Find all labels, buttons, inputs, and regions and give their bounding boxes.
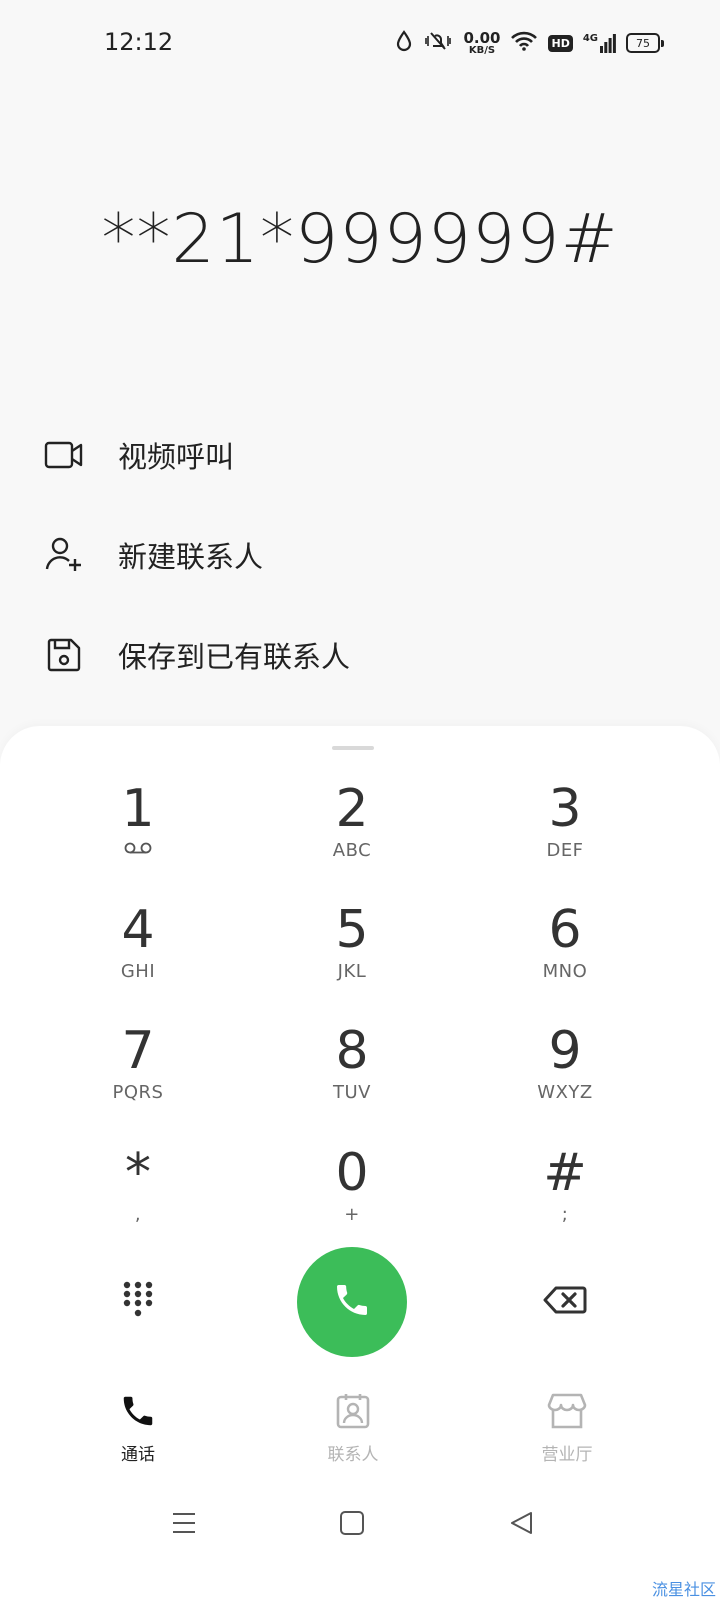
tab-service-hall-label: 营业厅: [541, 1445, 593, 1465]
key-6-letters: MNO: [542, 961, 588, 982]
tab-service-hall[interactable]: 营业厅: [497, 1392, 637, 1472]
key-5[interactable]: 5 JKL: [272, 901, 432, 1011]
video-camera-icon: [44, 435, 84, 475]
network-speed: 0.00 KB/S: [463, 28, 501, 56]
key-hash-sub: ;: [561, 1204, 569, 1225]
network-type: 4G: [582, 33, 598, 44]
save-floppy-icon: [44, 635, 84, 675]
home-square-icon: [339, 1510, 365, 1540]
sheet-drag-handle[interactable]: [332, 746, 374, 750]
key-4-letters: GHI: [120, 961, 156, 982]
water-drop-icon: [395, 30, 413, 56]
status-bar: 12:12 0.00 KB/S HD 4G 75: [0, 0, 720, 90]
save-existing-contact-label: 保存到已有联系人: [118, 640, 351, 674]
key-star[interactable]: * ,: [58, 1144, 218, 1254]
key-1[interactable]: 1: [58, 780, 218, 890]
store-icon: [547, 1392, 587, 1434]
key-star-symbol: *: [125, 1143, 151, 1203]
key-9[interactable]: 9 WXYZ: [485, 1022, 645, 1132]
tab-calls-label: 通话: [121, 1445, 155, 1465]
battery-level: 75: [626, 33, 660, 53]
backspace-icon: [543, 1285, 587, 1319]
key-4[interactable]: 4 GHI: [58, 901, 218, 1011]
key-9-digit: 9: [548, 1021, 582, 1081]
nav-back-button[interactable]: [502, 1505, 542, 1545]
key-8[interactable]: 8 TUV: [272, 1022, 432, 1132]
key-6[interactable]: 6 MNO: [485, 901, 645, 1011]
back-triangle-icon: [509, 1510, 535, 1540]
key-0-digit: 0: [335, 1143, 369, 1203]
key-hash-symbol: #: [543, 1143, 587, 1203]
key-5-letters: JKL: [337, 961, 367, 982]
key-4-digit: 4: [121, 900, 155, 960]
key-2[interactable]: 2 ABC: [272, 780, 432, 890]
add-person-icon: [44, 535, 84, 575]
contact-card-icon: [334, 1392, 372, 1434]
key-1-digit: 1: [121, 779, 155, 839]
key-9-letters: WXYZ: [537, 1082, 593, 1103]
key-7-letters: PQRS: [112, 1082, 164, 1103]
signal-4g-icon: 4G: [583, 33, 616, 53]
key-6-digit: 6: [548, 900, 582, 960]
dialpad-grid-icon: [122, 1280, 154, 1324]
key-2-letters: ABC: [332, 840, 372, 861]
hd-badge: HD: [548, 34, 573, 52]
video-call-action[interactable]: 视频呼叫: [0, 410, 720, 500]
phone-icon: [119, 1392, 157, 1434]
video-call-label: 视频呼叫: [118, 440, 235, 474]
key-8-letters: TUV: [333, 1082, 371, 1103]
key-5-digit: 5: [335, 900, 369, 960]
dialpad-toggle-button[interactable]: [108, 1272, 168, 1332]
tab-contacts-label: 联系人: [327, 1445, 379, 1465]
key-8-digit: 8: [335, 1021, 369, 1081]
mute-vibrate-icon: [423, 30, 453, 56]
phone-icon: [332, 1280, 372, 1324]
call-button[interactable]: [297, 1247, 407, 1357]
key-0-sub: +: [344, 1204, 360, 1225]
key-0[interactable]: 0 +: [272, 1144, 432, 1254]
status-time: 12:12: [104, 28, 174, 56]
key-hash[interactable]: # ;: [485, 1144, 645, 1254]
key-7[interactable]: 7 PQRS: [58, 1022, 218, 1132]
backspace-button[interactable]: [535, 1272, 595, 1332]
key-3[interactable]: 3 DEF: [485, 780, 645, 890]
tab-calls[interactable]: 通话: [68, 1392, 208, 1472]
new-contact-label: 新建联系人: [118, 540, 264, 574]
status-icons: 0.00 KB/S HD 4G 75: [395, 30, 664, 56]
key-7-digit: 7: [121, 1021, 155, 1081]
net-speed-value: 0.00: [463, 28, 501, 47]
nav-home-button[interactable]: [332, 1505, 372, 1545]
dialpad-sheet: 1 2 ABC 3 DEF 4 GHI 5 JKL 6 MNO 7 PQRS 8…: [0, 726, 720, 1600]
wifi-icon: [510, 30, 538, 56]
voicemail-icon: [124, 840, 152, 859]
menu-lines-icon: [171, 1510, 197, 1540]
new-contact-action[interactable]: 新建联系人: [0, 510, 720, 600]
battery-icon: 75: [626, 33, 664, 53]
key-star-sub: ,: [134, 1204, 142, 1225]
key-3-digit: 3: [548, 779, 582, 839]
tab-contacts[interactable]: 联系人: [283, 1392, 423, 1472]
watermark: 流星社区: [651, 1580, 716, 1599]
nav-menu-button[interactable]: [164, 1505, 204, 1545]
key-2-digit: 2: [335, 779, 369, 839]
net-speed-unit: KB/S: [468, 44, 496, 56]
save-existing-contact-action[interactable]: 保存到已有联系人: [0, 610, 720, 700]
dialed-number[interactable]: **21*999999#: [0, 200, 720, 279]
key-3-letters: DEF: [546, 840, 584, 861]
